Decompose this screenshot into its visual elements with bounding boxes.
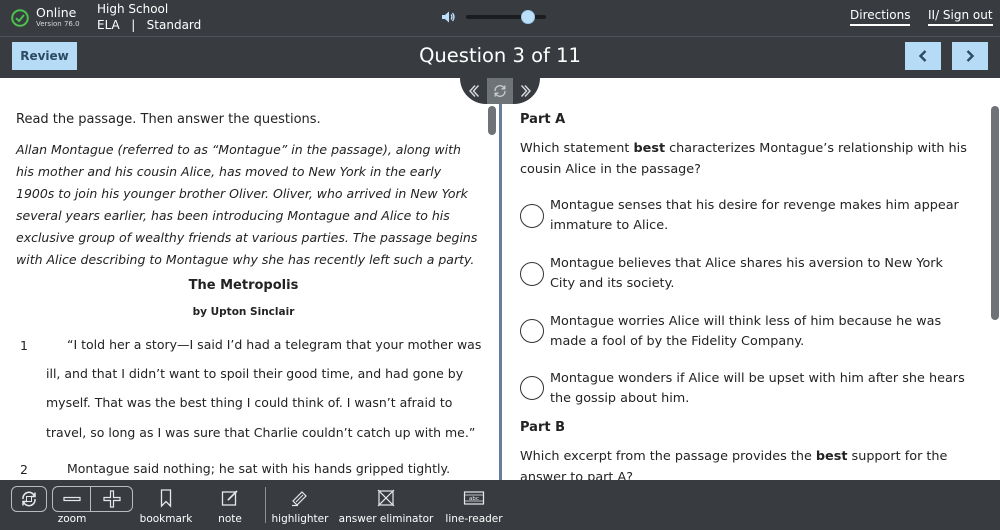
line-reader-icon[interactable]: abc — [463, 488, 485, 508]
answer-option-b[interactable]: Montague believes that Alice shares his … — [550, 254, 970, 294]
minus-icon — [62, 496, 81, 502]
note-icon[interactable] — [220, 488, 240, 508]
question-scrollbar-thumb[interactable] — [991, 106, 999, 320]
paragraph-number: 1 — [20, 338, 28, 353]
subject-level: ELA | Standard — [97, 18, 202, 32]
passage-author: by Upton Sinclair — [192, 306, 295, 318]
plus-icon — [102, 490, 121, 508]
zoom-reset-button[interactable] — [11, 486, 47, 512]
answer-option-a-radio[interactable] — [520, 204, 544, 228]
line-reader-icon-text: abc — [469, 496, 479, 502]
question-title: Question 3 of 11 — [419, 44, 581, 67]
passage-scrollbar-thumb[interactable] — [488, 106, 496, 135]
refresh-icon — [22, 491, 36, 507]
volume-slider-knob[interactable] — [520, 10, 535, 24]
version-text: Version 76.0 — [36, 20, 80, 28]
answer-option-c-radio[interactable] — [520, 319, 544, 343]
answer-option-a[interactable]: Montague senses that his desire for reve… — [550, 196, 970, 236]
part-b-prompt: Which excerpt from the passage provides … — [520, 447, 972, 480]
passage-intro: Allan Montague (referred to as “Montague… — [16, 142, 478, 267]
volume-slider-fill — [466, 15, 528, 19]
chevron-right-icon — [966, 50, 975, 62]
school-level: High School — [97, 2, 169, 16]
part-a-prompt: Which statement best characterizes Monta… — [520, 139, 972, 180]
question-pane: Part A Which statement best characterize… — [502, 78, 990, 480]
online-check-icon — [11, 9, 29, 27]
part-a-heading: Part A — [520, 112, 566, 127]
chevron-left-icon — [918, 50, 927, 62]
prompt-text: Which excerpt from the passage provides … — [520, 449, 816, 464]
passage-paragraph: Montague said nothing; he sat with his h… — [67, 461, 451, 476]
next-question-button[interactable] — [952, 42, 988, 70]
passage-scrollbar[interactable] — [487, 78, 499, 480]
answer-eliminator-icon[interactable] — [376, 488, 396, 508]
note-label[interactable]: note — [205, 513, 255, 525]
part-b-heading: Part B — [520, 420, 566, 435]
sign-out-link[interactable]: II/ Sign out — [928, 8, 993, 26]
toolbar-separator — [265, 487, 266, 523]
prompt-emphasis: best — [633, 141, 666, 156]
passage-title: The Metropolis — [188, 278, 299, 293]
prompt-text: Which statement — [520, 141, 634, 156]
prompt-emphasis: best — [815, 449, 848, 464]
status-text: Online — [36, 5, 77, 20]
top-bar: Online Version 76.0 High School ELA | St… — [0, 0, 1000, 36]
answer-eliminator-label[interactable]: answer eliminator — [336, 513, 436, 525]
line-reader-label[interactable]: line-reader — [440, 513, 508, 525]
answer-option-d[interactable]: Montague wonders if Alice will be upset … — [550, 369, 970, 409]
zoom-in-button[interactable] — [91, 486, 133, 512]
zoom-out-button[interactable] — [52, 486, 91, 512]
bookmark-label[interactable]: bookmark — [136, 513, 196, 525]
volume-icon[interactable] — [440, 9, 456, 25]
highlighter-icon[interactable] — [290, 488, 310, 508]
passage-instruction: Read the passage. Then answer the questi… — [16, 112, 321, 127]
highlighter-label[interactable]: highlighter — [268, 513, 332, 525]
test-app: Online Version 76.0 High School ELA | St… — [0, 0, 1000, 530]
answer-option-b-radio[interactable] — [520, 262, 544, 286]
question-header: Review Question 3 of 11 — [0, 36, 1000, 78]
answer-option-d-radio[interactable] — [520, 376, 544, 400]
previous-question-button[interactable] — [905, 42, 941, 70]
bookmark-icon[interactable] — [156, 488, 176, 508]
expand-left-icon[interactable] — [466, 83, 482, 99]
passage-paragraph: “I told her a story—I said I’d had a tel… — [46, 337, 482, 440]
tools-toolbar: zoom bookmark note highlighter answer el… — [0, 480, 1000, 530]
directions-link[interactable]: Directions — [850, 8, 911, 26]
answer-option-c[interactable]: Montague worries Alice will think less o… — [550, 312, 970, 352]
volume-slider[interactable] — [466, 10, 546, 24]
paragraph-number: 2 — [20, 462, 28, 477]
zoom-label: zoom — [57, 513, 87, 525]
